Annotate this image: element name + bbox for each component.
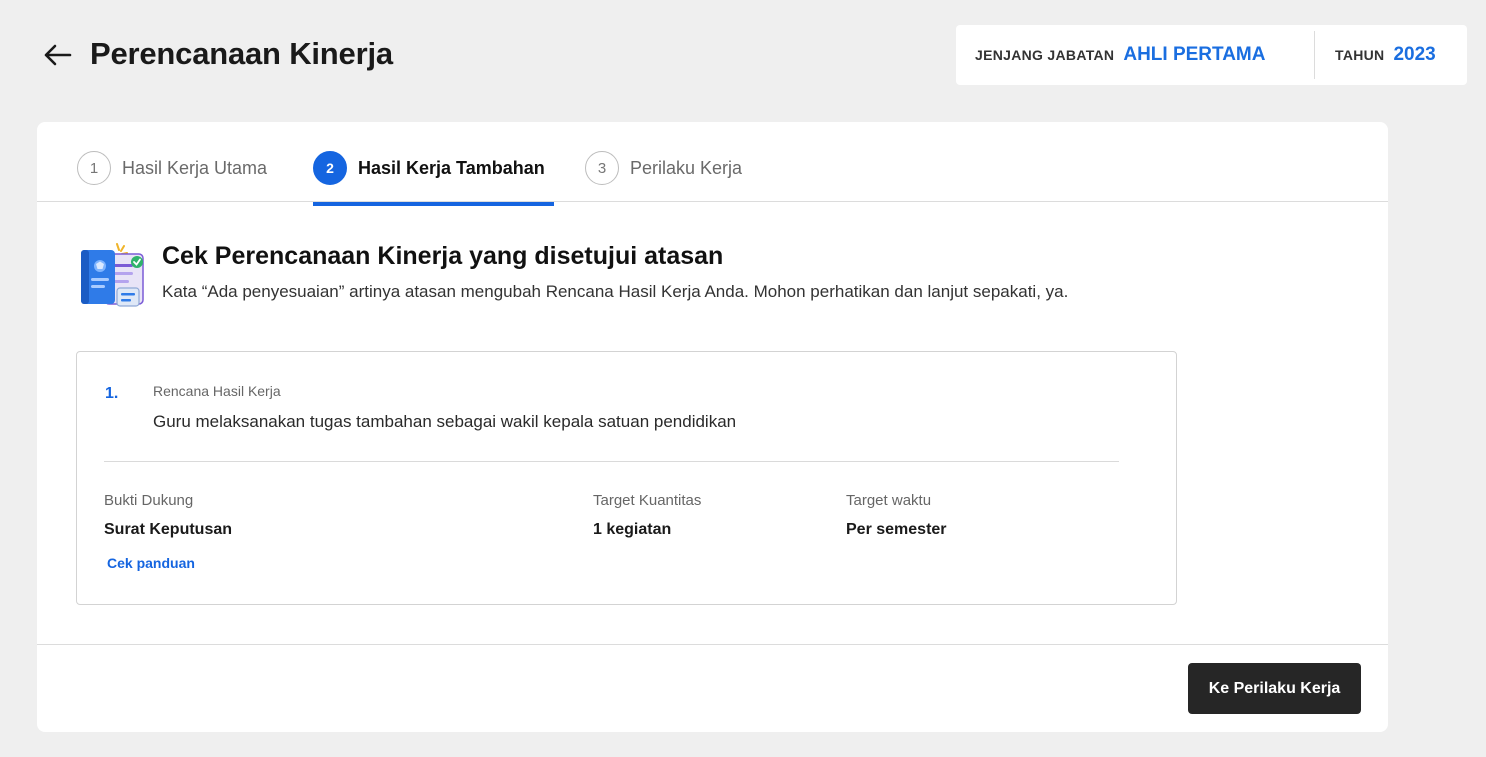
divider (104, 461, 1119, 462)
ke-perilaku-kerja-button[interactable]: Ke Perilaku Kerja (1188, 663, 1361, 714)
tahun-label: TAHUN (1335, 47, 1385, 63)
arrow-left-icon (44, 44, 72, 66)
cek-panduan-link[interactable]: Cek panduan (107, 555, 195, 571)
bukti-dukung-field: Bukti Dukung Surat Keputusan (104, 492, 232, 539)
step-number: 3 (585, 151, 619, 185)
page-header: Perencanaan Kinerja JENJANG JABATAN AHLI… (0, 0, 1486, 110)
bukti-dukung-value: Surat Keputusan (104, 521, 233, 538)
plan-item-label: Rencana Hasil Kerja (153, 383, 281, 399)
jenjang-label: JENJANG JABATAN (975, 47, 1115, 63)
target-kuantitas-field: Target Kuantitas 1 kegiatan (593, 492, 701, 539)
active-tab-indicator (313, 202, 554, 206)
back-button[interactable] (40, 38, 74, 72)
intro-title: Cek Perencanaan Kinerja yang disetujui a… (162, 242, 724, 270)
bukti-dukung-label: Bukti Dukung (104, 492, 194, 509)
step-number: 2 (313, 151, 347, 185)
footer-divider (37, 644, 1388, 645)
tab-label: Perilaku Kerja (630, 157, 743, 178)
target-kuantitas-label: Target Kuantitas (593, 492, 702, 509)
document-check-illustration-icon (81, 243, 144, 307)
tab-label: Hasil Kerja Utama (122, 157, 268, 178)
tab-hasil-kerja-utama[interactable]: 1 Hasil Kerja Utama (77, 151, 267, 185)
step-tabs: 1 Hasil Kerja Utama 2 Hasil Kerja Tambah… (37, 122, 1388, 206)
target-waktu-value: Per semester (846, 521, 947, 538)
step-number: 1 (77, 151, 111, 185)
jenjang-value: AHLI PERTAMA (1123, 44, 1266, 65)
target-waktu-label: Target waktu (846, 492, 932, 509)
intro-subtitle: Kata “Ada penyesuaian” artinya atasan me… (162, 282, 1069, 301)
tab-hasil-kerja-tambahan[interactable]: 2 Hasil Kerja Tambahan (313, 151, 545, 185)
tahun-info: TAHUN 2023 (1314, 31, 1436, 79)
plan-item-text: Guru melaksanakan tugas tambahan sebagai… (153, 412, 737, 431)
target-waktu-field: Target waktu Per semester (846, 492, 947, 539)
plan-item-number: 1. (105, 385, 119, 402)
position-info-box: JENJANG JABATAN AHLI PERTAMA TAHUN 2023 (956, 25, 1467, 85)
tab-perilaku-kerja[interactable]: 3 Perilaku Kerja (585, 151, 742, 185)
plan-item-card: 1. Rencana Hasil Kerja Guru melaksanakan… (76, 351, 1177, 605)
page-title: Perencanaan Kinerja (90, 36, 393, 71)
tahun-value: 2023 (1393, 44, 1436, 65)
main-card: 1 Hasil Kerja Utama 2 Hasil Kerja Tambah… (37, 122, 1388, 732)
jenjang-jabatan-info: JENJANG JABATAN AHLI PERTAMA (956, 25, 1314, 85)
target-kuantitas-value: 1 kegiatan (593, 521, 672, 538)
tab-label: Hasil Kerja Tambahan (358, 157, 545, 178)
